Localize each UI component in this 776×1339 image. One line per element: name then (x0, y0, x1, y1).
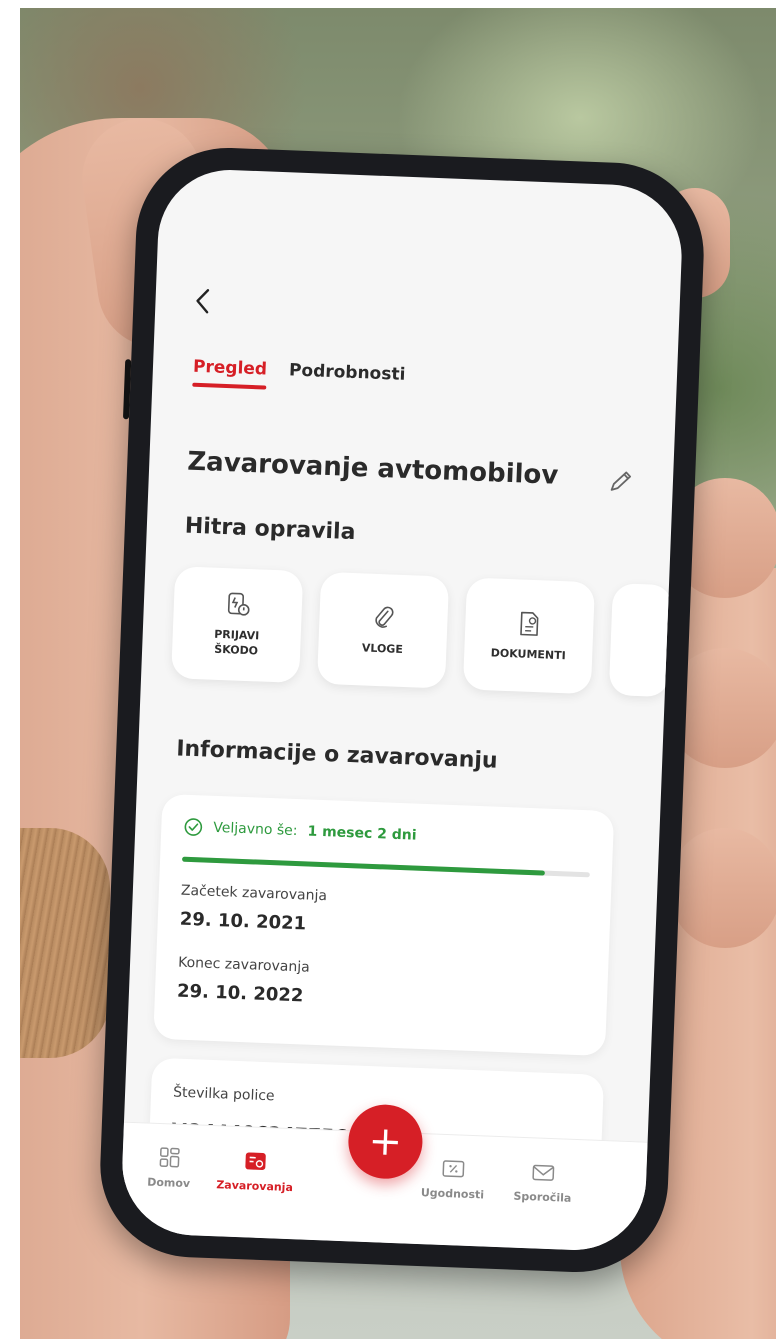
tab-pregled[interactable]: Pregled (192, 357, 268, 390)
nav-label: Zavarovanja (216, 1178, 294, 1195)
discount-ticket-icon (442, 1160, 465, 1178)
end-date-label: Konec zavarovanja (177, 954, 311, 976)
validity-label: Veljavno še: (213, 819, 298, 840)
nav-item-zavarovanja[interactable]: Zavarovanja (209, 1148, 301, 1194)
quick-action-more[interactable] (608, 583, 673, 698)
check-circle-icon (184, 818, 203, 836)
quick-action-report-damage[interactable]: PRIJAVI ŠKODO (171, 566, 304, 684)
nav-item-domov[interactable]: Domov (123, 1145, 215, 1191)
validity-progress-fill (182, 856, 546, 876)
edit-button[interactable] (606, 467, 635, 496)
validity-value: 1 mesec 2 dni (307, 823, 417, 844)
quick-action-label: VLOGE (361, 640, 404, 656)
validity-row: Veljavno še: 1 mesec 2 dni (183, 817, 417, 846)
quick-action-applications[interactable]: VLOGE (316, 571, 450, 689)
nav-item-sporocila[interactable]: Sporočila (497, 1159, 589, 1205)
nav-label: Domov (146, 1175, 191, 1191)
nav-item-ugodnosti[interactable]: Ugodnosti (407, 1156, 499, 1202)
quick-actions-row: PRIJAVI ŠKODO VLOGE DOKUMENTI (171, 566, 673, 698)
start-date-label: Začetek zavarovanja (180, 882, 328, 905)
quick-action-label: DOKUMENTI (490, 645, 566, 662)
bottom-navigation: Domov Zavarovanja + Ugodnosti Sporočila (119, 1103, 648, 1253)
policy-number-label: Številka police (172, 1084, 275, 1105)
right-finger-4 (670, 828, 776, 948)
validity-progress-bar (182, 856, 590, 878)
start-date-value: 29. 10. 2021 (179, 908, 307, 935)
quick-action-documents[interactable]: DOKUMENTI (462, 577, 596, 695)
phone-device: Pregled Podrobnosti Zavarovanje avtomobi… (96, 144, 708, 1276)
quick-action-label: PRIJAVI ŠKODO (213, 627, 260, 658)
insurance-info-title: Informacije o zavarovanju (175, 736, 499, 774)
insurance-info-card: Veljavno še: 1 mesec 2 dni Začetek zavar… (153, 793, 615, 1057)
chevron-left-icon (196, 289, 210, 314)
nav-label: Sporočila (513, 1189, 572, 1205)
home-grid-icon (159, 1147, 180, 1168)
phone-side-button (122, 359, 132, 420)
paperclip-icon (375, 606, 394, 628)
sweater-sleeve (20, 828, 110, 1058)
tab-bar: Pregled Podrobnosti (192, 357, 406, 395)
end-date-value: 29. 10. 2022 (176, 980, 304, 1007)
page-title: Zavarovanje avtomobilov (186, 446, 559, 491)
pencil-icon (610, 471, 632, 491)
insurance-card-icon (245, 1152, 266, 1170)
quick-actions-title: Hitra opravila (184, 513, 356, 546)
back-button[interactable] (193, 287, 212, 322)
phone-screen: Pregled Podrobnosti Zavarovanje avtomobi… (119, 167, 685, 1253)
report-damage-icon (227, 592, 250, 616)
envelope-icon (532, 1164, 555, 1181)
tab-podrobnosti[interactable]: Podrobnosti (288, 360, 406, 394)
nav-label: Ugodnosti (420, 1186, 485, 1202)
document-icon (520, 611, 539, 636)
